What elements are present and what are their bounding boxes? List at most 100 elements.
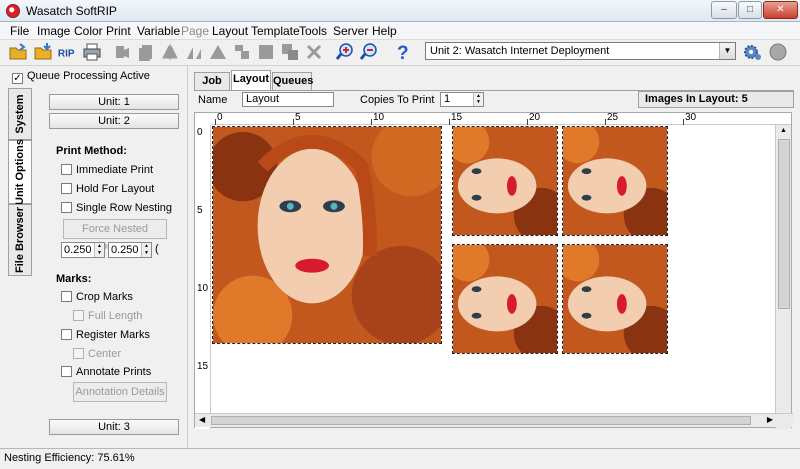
layout-image-large[interactable] <box>212 126 442 344</box>
ruler-h-label: 25 <box>607 112 619 123</box>
delete-icon[interactable] <box>304 42 324 62</box>
unit-3-header[interactable]: Unit: 3 <box>49 419 179 435</box>
print-method-label: Print Method: <box>56 145 127 157</box>
menu-layout[interactable]: Layout <box>212 24 248 38</box>
save-folder-icon[interactable] <box>33 42 53 62</box>
tab-queues[interactable]: Queues <box>272 72 313 91</box>
layout-properties-bar: Name Layout Copies To Print 1 ▲ ▼ Images I… <box>194 90 794 108</box>
stepper-arrows-icon[interactable]: ▲ ▼ <box>141 243 151 257</box>
menu-bar: File Image Color Print Variable Page Lay… <box>0 22 800 40</box>
scroll-thumb[interactable] <box>211 416 751 425</box>
menu-server[interactable]: Server <box>333 24 368 38</box>
unit-2-header[interactable]: Unit: 2 <box>49 113 179 129</box>
settings-gear-icon[interactable] <box>742 42 762 62</box>
unit-panel: Unit: 1 Unit: 2 Print Method: Immediate … <box>41 88 181 448</box>
center-checkbox[interactable]: Center <box>73 348 121 360</box>
unit-1-header[interactable]: Unit: 1 <box>49 94 179 110</box>
scroll-up-icon[interactable]: ▲ <box>780 127 787 134</box>
single-row-nesting-checkbox[interactable]: Single Row Nesting <box>61 202 172 214</box>
full-length-checkbox[interactable]: Full Length <box>73 310 142 322</box>
ruler-h-label: 30 <box>685 112 697 123</box>
rip-label: RIP <box>58 49 75 60</box>
menu-print[interactable]: Print <box>106 24 131 38</box>
ruler-v-label: 0 <box>197 127 203 138</box>
window-title: Wasatch SoftRIP <box>26 4 117 18</box>
copy-icon[interactable] <box>136 42 156 62</box>
register-marks-checkbox[interactable]: Register Marks <box>61 329 150 341</box>
layout-image-small[interactable] <box>562 244 668 354</box>
unit-select[interactable]: Unit 2: Wasatch Internet Deployment ▼ <box>425 42 736 60</box>
queue-processing-checkbox[interactable]: ✓ Queue Processing Active <box>12 70 150 84</box>
vertical-ruler: 0 5 10 15 <box>195 125 211 429</box>
crop-icon[interactable] <box>256 42 276 62</box>
flip-icon[interactable] <box>160 42 180 62</box>
duplicate-icon[interactable] <box>280 42 300 62</box>
status-circle-icon[interactable] <box>768 42 788 62</box>
tab-layout[interactable]: Layout <box>231 70 271 91</box>
align-icon[interactable] <box>208 42 228 62</box>
help-icon[interactable]: ? <box>393 42 413 62</box>
menu-help[interactable]: Help <box>372 24 397 38</box>
name-label: Name <box>198 94 228 106</box>
title-bar: Wasatch SoftRIP – □ ✕ <box>0 0 800 22</box>
close-button[interactable]: ✕ <box>763 1 798 19</box>
ruler-h-label: 0 <box>217 112 223 123</box>
spacing-x-stepper[interactable]: 0.250 ▲ ▼ <box>61 242 105 258</box>
layout-image-small[interactable] <box>562 126 668 236</box>
scroll-right-icon[interactable]: ▶ <box>767 415 773 424</box>
copies-to-print-stepper[interactable]: 1 ▲ ▼ <box>440 92 484 107</box>
help-glyph: ? <box>397 43 409 62</box>
arrange-icon[interactable] <box>112 42 132 62</box>
layout-name-input[interactable]: Layout <box>242 92 334 107</box>
crop-marks-checkbox[interactable]: Crop Marks <box>61 291 133 303</box>
menu-template[interactable]: Template <box>251 24 300 38</box>
zoom-in-icon[interactable] <box>335 42 355 62</box>
force-nested-output-button[interactable]: Force Nested Output <box>63 219 167 253</box>
stepper-arrows-icon[interactable]: ▲ ▼ <box>473 93 483 106</box>
menu-variable[interactable]: Variable <box>137 24 180 38</box>
tab-file-browser[interactable]: File Browser <box>8 204 32 276</box>
hold-for-layout-checkbox[interactable]: Hold For Layout <box>61 183 154 195</box>
immediate-print-checkbox[interactable]: Immediate Print <box>61 164 153 176</box>
open-folder-icon[interactable] <box>8 42 28 62</box>
maximize-button[interactable]: □ <box>738 1 762 19</box>
tab-job[interactable]: Job <box>194 72 230 91</box>
printer-icon[interactable] <box>82 42 102 62</box>
check-icon[interactable]: ✓ <box>12 73 23 84</box>
annotate-prints-checkbox[interactable]: Annotate Prints <box>61 366 151 378</box>
ruler-h-label: 15 <box>451 112 463 123</box>
tab-unit-options[interactable]: Unit Options <box>8 139 32 205</box>
chevron-down-icon[interactable]: ▼ <box>719 43 735 59</box>
menu-color[interactable]: Color <box>74 24 103 38</box>
zoom-out-icon[interactable] <box>359 42 379 62</box>
group-icon[interactable] <box>232 42 252 62</box>
menu-page[interactable]: Page <box>181 24 209 38</box>
ruler-h-label: 10 <box>373 112 385 123</box>
annotation-details-button[interactable]: Annotation Details <box>73 382 167 402</box>
minimize-button[interactable]: – <box>711 1 737 19</box>
menu-file[interactable]: File <box>10 24 29 38</box>
rip-icon[interactable]: RIP <box>57 42 79 62</box>
layout-canvas[interactable]: 0 5 10 15 20 25 30 0 5 10 15 ▲ ◀ ▶ <box>194 112 793 429</box>
horizontal-ruler: 0 5 10 15 20 25 30 <box>211 112 791 125</box>
rotate-icon[interactable] <box>184 42 204 62</box>
layout-image-small[interactable] <box>452 244 558 354</box>
ruler-v-label: 15 <box>197 361 209 372</box>
ruler-v-label: 5 <box>197 205 203 216</box>
copies-to-print-label: Copies To Print <box>360 94 435 106</box>
nesting-efficiency: Nesting Efficiency: 75.61% <box>4 452 135 464</box>
stepper-arrows-icon[interactable]: ▲ ▼ <box>94 243 104 257</box>
wasatch-app-icon <box>6 4 20 18</box>
menu-image[interactable]: Image <box>37 24 70 38</box>
layout-image-small[interactable] <box>452 126 558 236</box>
menu-tools[interactable]: Tools <box>299 24 327 38</box>
queue-processing-label: Queue Processing Active <box>27 70 150 82</box>
horizontal-scrollbar[interactable]: ◀ ▶ <box>195 413 793 427</box>
vertical-scrollbar[interactable]: ▲ ▼ <box>775 125 791 429</box>
scroll-thumb[interactable] <box>778 139 790 309</box>
right-panel: Job Layout Queues Name Layout Copies To … <box>190 66 798 448</box>
tab-system[interactable]: System <box>8 88 32 140</box>
scroll-left-icon[interactable]: ◀ <box>199 415 205 424</box>
spacing-y-stepper[interactable]: 0.250 ▲ ▼ <box>108 242 152 258</box>
status-bar: Nesting Efficiency: 75.61% <box>0 448 800 469</box>
